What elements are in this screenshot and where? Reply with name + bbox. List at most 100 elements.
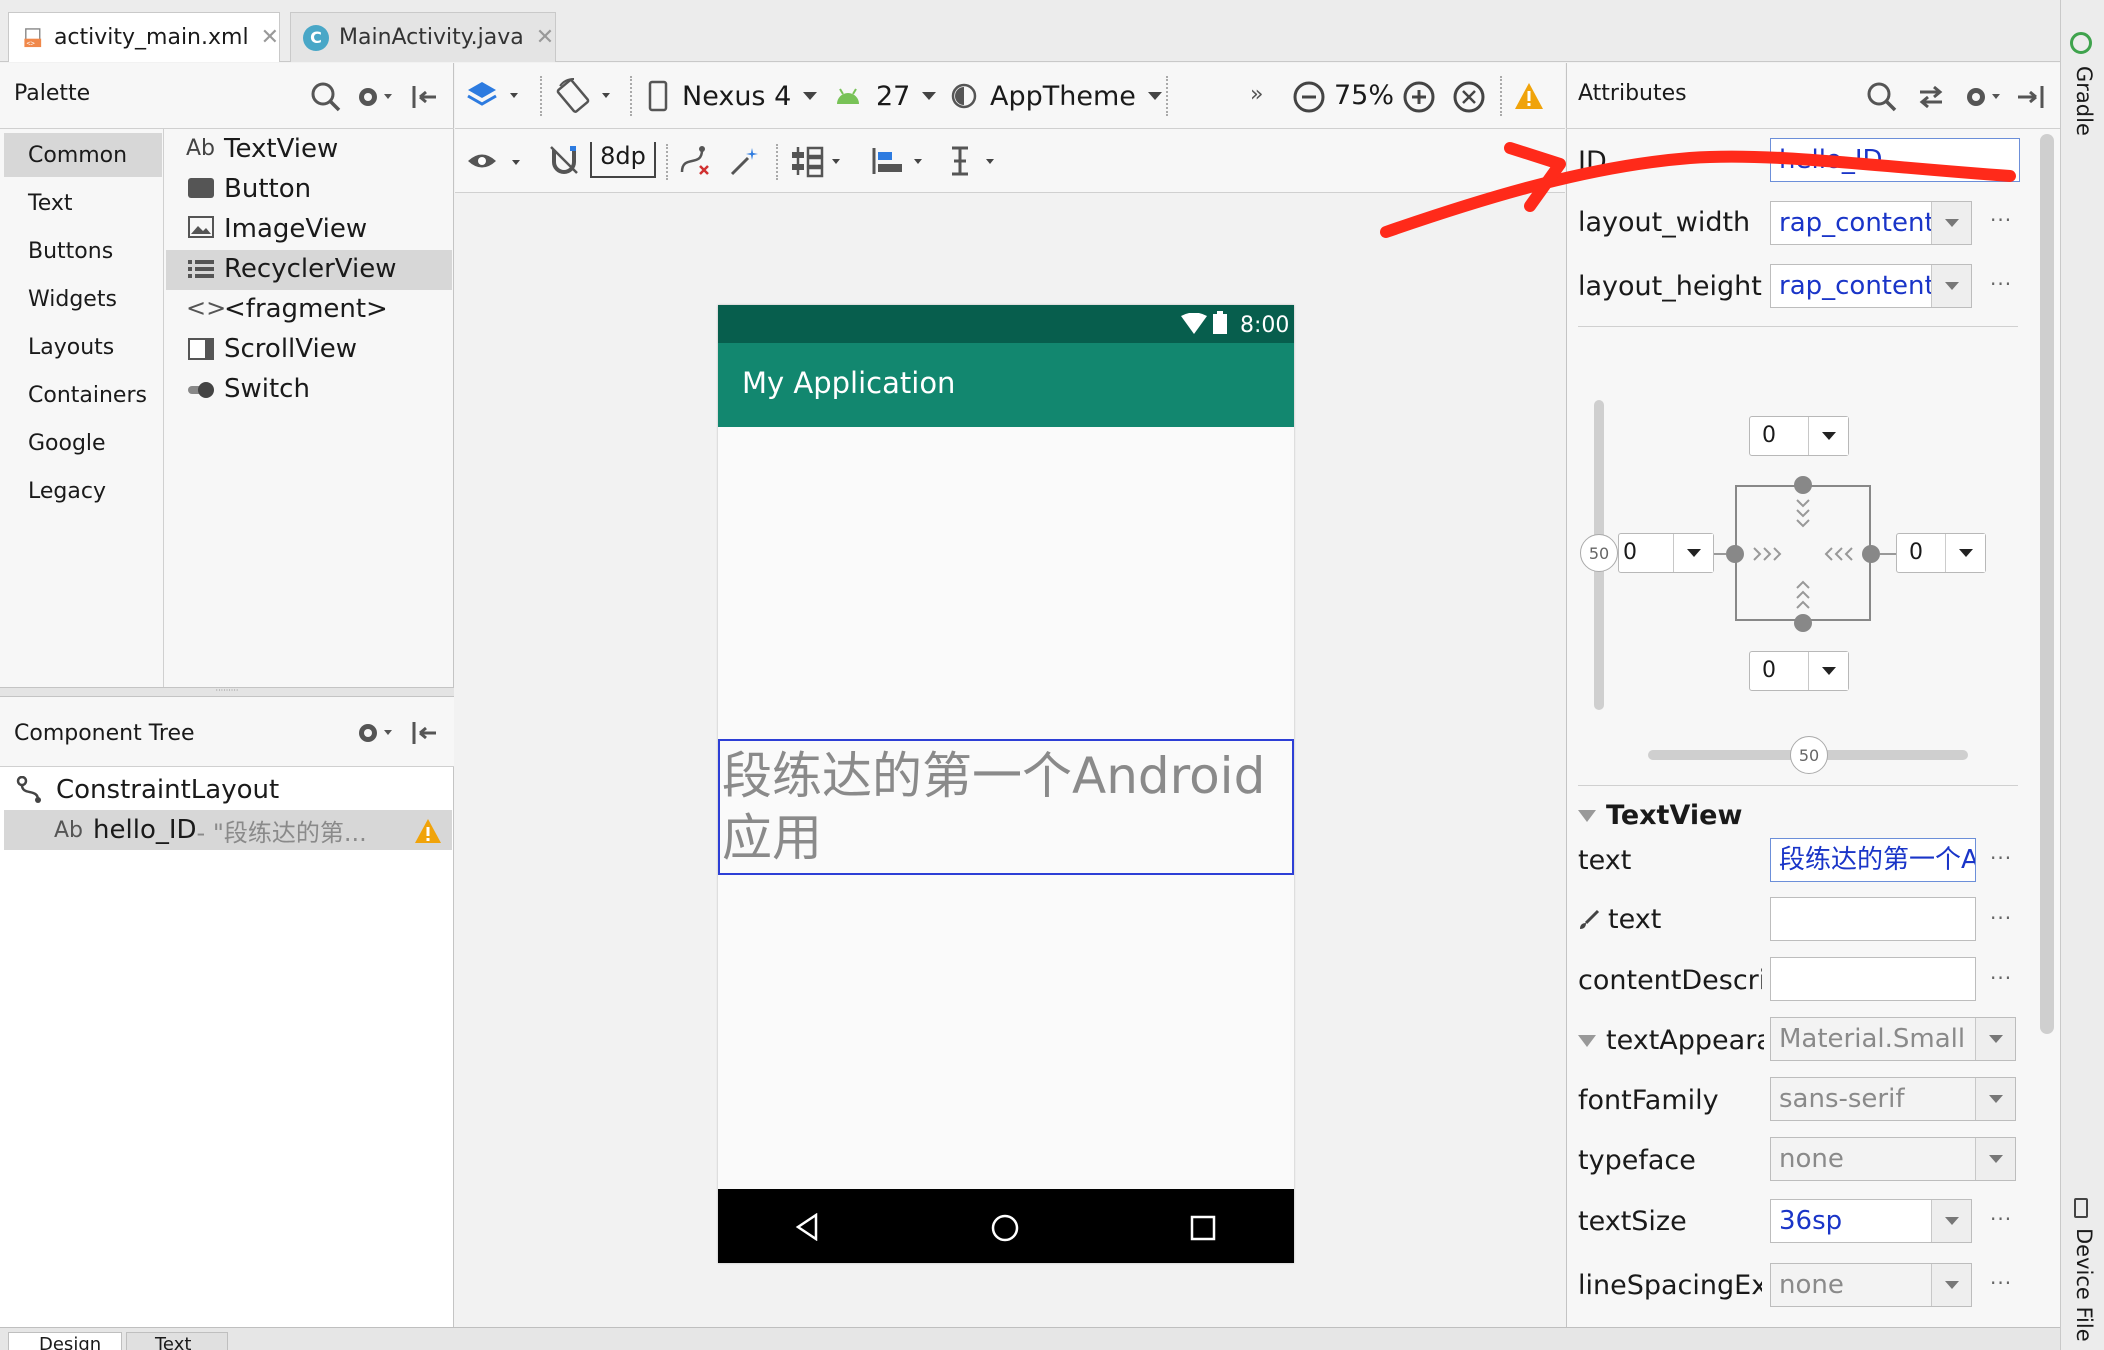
palette-item-recyclerview[interactable]: RecyclerView	[224, 254, 396, 284]
palette-item-imageview[interactable]: ImageView	[224, 214, 367, 244]
default-margin[interactable]: 8dp	[590, 142, 656, 178]
attributes-scrollbar[interactable]	[2040, 134, 2054, 1034]
close-icon[interactable]: ✕	[536, 25, 554, 50]
component-tree-title: Component Tree	[14, 721, 195, 746]
rotate-icon[interactable]	[556, 76, 620, 116]
more-icon[interactable]: ···	[1990, 846, 2012, 870]
home-icon[interactable]	[990, 1213, 1020, 1243]
more-icon[interactable]: ···	[1990, 966, 2012, 990]
more-icon[interactable]: ···	[1990, 1271, 2012, 1295]
category-layouts[interactable]: Layouts	[28, 335, 114, 360]
category-containers[interactable]: Containers	[28, 383, 147, 408]
design-text-field[interactable]	[1770, 897, 1976, 941]
typeface-label: typeface	[1578, 1145, 1696, 1176]
clear-constraints-icon[interactable]	[678, 144, 712, 178]
warning-icon[interactable]	[414, 818, 442, 844]
hide-panel-icon[interactable]	[410, 83, 440, 111]
margin-top-field[interactable]: 0	[1749, 416, 1849, 456]
text-size-field[interactable]: 36sp	[1770, 1199, 1972, 1243]
section-title: TextView	[1606, 800, 1743, 831]
selected-textview[interactable]: 段练达的第一个Android应用	[718, 739, 1294, 875]
tab-main-activity[interactable]: C MainActivity.java ✕	[290, 12, 556, 62]
align-icon[interactable]	[870, 144, 932, 178]
category-legacy[interactable]: Legacy	[28, 479, 106, 504]
palette-item-scrollview[interactable]: ScrollView	[224, 334, 357, 364]
vertical-bias-thumb[interactable]: 50	[1580, 534, 1618, 572]
category-buttons[interactable]: Buttons	[28, 239, 113, 264]
layout-height-field[interactable]: rap_content	[1770, 264, 1972, 308]
app-title: My Application	[742, 366, 956, 400]
nav-bar	[718, 1189, 1294, 1263]
content-description-field[interactable]	[1770, 957, 1976, 1001]
typeface-field[interactable]: none	[1770, 1137, 2016, 1181]
hide-panel-icon[interactable]	[2016, 83, 2046, 111]
margin-top-value: 0	[1762, 423, 1776, 448]
zoom-fit-icon[interactable]	[1452, 80, 1486, 114]
design-text-row: text	[1578, 904, 1661, 935]
chevron-down-icon[interactable]	[1975, 1078, 2015, 1120]
more-icon[interactable]: ···	[1990, 1207, 2012, 1231]
gear-icon[interactable]	[1964, 83, 2004, 111]
tab-text[interactable]: Text	[126, 1332, 228, 1350]
more-icon[interactable]: ···	[1990, 906, 2012, 930]
chevron-down-icon[interactable]	[1931, 265, 1971, 307]
chevron-down-icon[interactable]	[1975, 1018, 2015, 1060]
chevron-down-icon[interactable]	[1931, 1264, 1971, 1306]
magnet-off-icon[interactable]	[548, 144, 580, 176]
device-selector[interactable]: Nexus 4	[648, 76, 818, 116]
textview-section-header[interactable]: TextView	[1578, 800, 1742, 831]
hide-panel-icon[interactable]	[410, 719, 440, 747]
horizontal-bias-thumb[interactable]: 50	[1790, 736, 1828, 774]
eye-icon[interactable]	[466, 146, 528, 176]
overflow-icon[interactable]: »	[1250, 82, 1263, 107]
zoom-out-icon[interactable]	[1292, 80, 1326, 114]
text-field[interactable]: 段练达的第一个A	[1770, 838, 1976, 882]
text-appearance-row[interactable]: textAppeara	[1578, 1025, 1764, 1056]
close-icon[interactable]: ✕	[261, 25, 279, 50]
font-family-field[interactable]: sans-serif	[1770, 1077, 2016, 1121]
chevron-down-icon[interactable]	[1975, 1138, 2015, 1180]
gear-icon[interactable]	[356, 719, 396, 747]
category-widgets[interactable]: Widgets	[28, 287, 117, 312]
category-google[interactable]: Google	[28, 431, 106, 456]
search-icon[interactable]	[310, 81, 342, 113]
zoom-in-icon[interactable]	[1402, 80, 1436, 114]
tab-design[interactable]: Design	[8, 1332, 122, 1350]
button-icon	[188, 178, 214, 198]
chevron-down-icon[interactable]	[1931, 1200, 1971, 1242]
margin-right-field[interactable]: 0	[1896, 533, 1986, 573]
gear-icon[interactable]	[356, 83, 396, 111]
warning-icon[interactable]	[1514, 82, 1544, 110]
pack-icon[interactable]	[790, 144, 852, 178]
tree-row-constraintlayout[interactable]: ConstraintLayout	[0, 770, 454, 810]
palette-item-fragment[interactable]: <fragment>	[224, 294, 388, 324]
margin-left-field[interactable]: 0	[1618, 533, 1714, 573]
magic-wand-icon[interactable]	[728, 144, 762, 178]
recents-icon[interactable]	[1190, 1215, 1216, 1241]
palette-item-switch[interactable]: Switch	[224, 374, 310, 404]
more-icon[interactable]: ···	[1990, 272, 2012, 296]
tab-activity-main[interactable]: <> activity_main.xml ✕	[8, 12, 280, 62]
palette-item-button[interactable]: Button	[224, 174, 311, 204]
device-file-side-tab[interactable]: Device File	[2064, 1196, 2100, 1350]
category-common[interactable]: Common	[28, 143, 127, 168]
layers-icon[interactable]	[466, 78, 526, 114]
tree-row-hello-id[interactable]: Ab hello_ID - "段练达的第...	[4, 810, 452, 850]
guidelines-icon[interactable]	[946, 144, 1008, 178]
line-spacing-field[interactable]: none	[1770, 1263, 1972, 1307]
panel-splitter[interactable]: ·········	[0, 687, 454, 697]
margin-bottom-field[interactable]: 0	[1749, 651, 1849, 691]
back-icon[interactable]	[794, 1213, 822, 1241]
line-spacing-label: lineSpacingExt	[1578, 1270, 1762, 1301]
search-icon[interactable]	[1866, 81, 1898, 113]
api-selector[interactable]: 27	[834, 76, 937, 116]
text-appearance-field[interactable]: Material.Small	[1770, 1017, 2016, 1061]
swap-icon[interactable]	[1916, 83, 1946, 111]
divider	[1578, 326, 2018, 327]
theme-selector[interactable]: AppTheme	[950, 76, 1162, 116]
gradle-side-tab[interactable]: Gradle	[2064, 30, 2100, 150]
category-text[interactable]: Text	[28, 191, 73, 216]
switch-icon	[188, 382, 214, 398]
palette-item-textview[interactable]: TextView	[224, 134, 338, 164]
status-time: 8:00	[1240, 313, 1290, 338]
